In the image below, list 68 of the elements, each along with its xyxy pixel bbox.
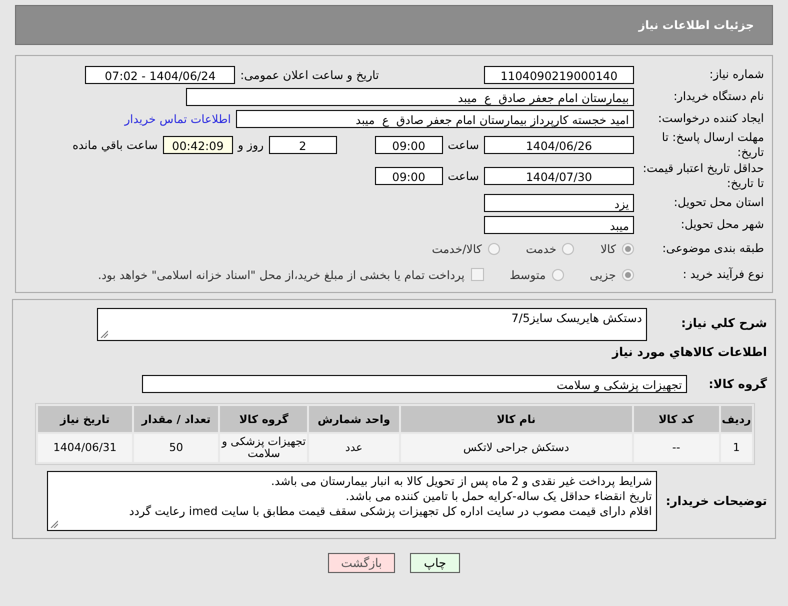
field-label: ساعت — [446, 138, 480, 152]
field-label: توضیحات خریدار: — [664, 494, 768, 508]
table-cell: دستکش جراحی لاتکس — [400, 434, 632, 462]
field-label: نام دستگاه خریدار: — [672, 89, 765, 104]
column-header: گروه کالا — [220, 406, 308, 432]
field-label: مهلت ارسال پاسخ: تا تاریخ: — [660, 130, 765, 160]
page-title: جزئیات اطلاعات نیاز — [638, 18, 754, 32]
radio-button[interactable] — [622, 242, 634, 254]
option-label: پرداخت تمام یا بخشی از مبلغ خرید،از محل "اسناد خزانه اسلامی" خواهد بود. — [98, 268, 465, 282]
field-label: استان محل تحویل: — [672, 195, 765, 210]
field-label: ساعت باقي مانده — [72, 138, 159, 152]
field-label: طبقه بندی موضوعی: — [661, 241, 765, 256]
input-field: 1404/06/26 — [484, 136, 634, 154]
table-cell: 1404/06/31 — [38, 434, 132, 462]
countdown-field: 00:42:09 — [162, 136, 233, 154]
input-field: میبد — [484, 216, 634, 234]
option-label: جزیی — [590, 268, 616, 282]
input-field: 1404/06/24 - 07:02 — [85, 66, 236, 84]
column-header: نام کالا — [400, 406, 632, 432]
radio-button[interactable] — [562, 242, 574, 254]
field-label: ایجاد کننده درخواست: — [657, 111, 765, 126]
field-label: شرح کلي نیاز: — [680, 316, 768, 330]
field-label: گروه کالا: — [708, 376, 768, 390]
table-cell: -- — [634, 434, 719, 462]
input-field: امید خجسته کارپرداز بیمارستان امام جعفر صادق ع میبد — [236, 110, 634, 128]
print-button[interactable]: چاپ — [410, 553, 460, 573]
input-field: 1404/07/30 — [484, 167, 634, 185]
notes-field[interactable] — [47, 471, 657, 531]
input-field: 09:00 — [374, 167, 443, 185]
checkbox[interactable] — [470, 268, 484, 281]
field-label: شماره نیاز: — [708, 67, 765, 82]
input-field: تجهیزات پزشکی و سلامت — [142, 374, 687, 392]
option-label: متوسط — [510, 268, 546, 282]
radio-button[interactable] — [552, 268, 564, 280]
input-field: یزد — [484, 194, 634, 212]
column-header: تعداد / مقدار — [134, 406, 218, 432]
back-button[interactable]: بازگشت — [328, 553, 395, 573]
input-field: 1104090219000140 — [484, 66, 634, 84]
radio-button[interactable] — [622, 268, 634, 280]
section-heading: اطلاعات کالاهاي مورد نیاز — [610, 345, 768, 359]
resize-grip-icon — [50, 520, 58, 528]
column-header: تاریخ نیاز — [38, 406, 132, 432]
column-header: کد کالا — [634, 406, 719, 432]
input-field: 09:00 — [374, 136, 443, 154]
field-label: روز و — [236, 138, 265, 152]
field-label: ساعت — [446, 169, 480, 183]
input-field: بیمارستان امام جعفر صادق ع میبد — [186, 88, 634, 106]
table-cell: 1 — [720, 434, 752, 462]
table-cell: تجهیزات پزشکی و سلامت — [220, 434, 308, 462]
radio-button[interactable] — [488, 242, 500, 254]
field-label: تاریخ و ساعت اعلان عمومی: — [239, 68, 380, 82]
option-label: خدمت — [526, 242, 556, 256]
note-line: تاریخ انقضاء حداقل یک ساله-کرایه حمل با تامین کننده می باشد. — [344, 489, 652, 504]
field-label: حداقل تاریخ اعتبار قیمت: تا تاریخ: — [642, 161, 765, 191]
note-line: اقلام دارای قیمت مصوب در سایت اداره کل تجهیزات پزشکی سقف قیمت مطابق با سایت imed رعایت گردد — [128, 504, 652, 519]
option-label: کالا/خدمت — [432, 242, 482, 256]
field-label: شهر محل تحویل: — [680, 217, 765, 232]
table-cell: عدد — [309, 434, 399, 462]
table-cell: 50 — [134, 434, 218, 462]
field-label: نوع فرآیند خرید : — [682, 267, 765, 282]
resize-grip-icon — [100, 330, 108, 338]
contact-link[interactable]: اطلاعات تماس خریدار — [124, 112, 231, 126]
option-label: کالا — [600, 242, 616, 256]
input-field: 2 — [268, 136, 337, 154]
column-header: واحد شمارش — [309, 406, 399, 432]
description-field[interactable]: دستکش هایریسک سایز7/5 — [97, 308, 647, 341]
note-line: شرایط پرداخت غیر نقدی و 2 ماه پس از تحویل کالا به انبار بیمارستان می باشد. — [270, 474, 652, 489]
column-header: ردیف — [720, 406, 752, 432]
